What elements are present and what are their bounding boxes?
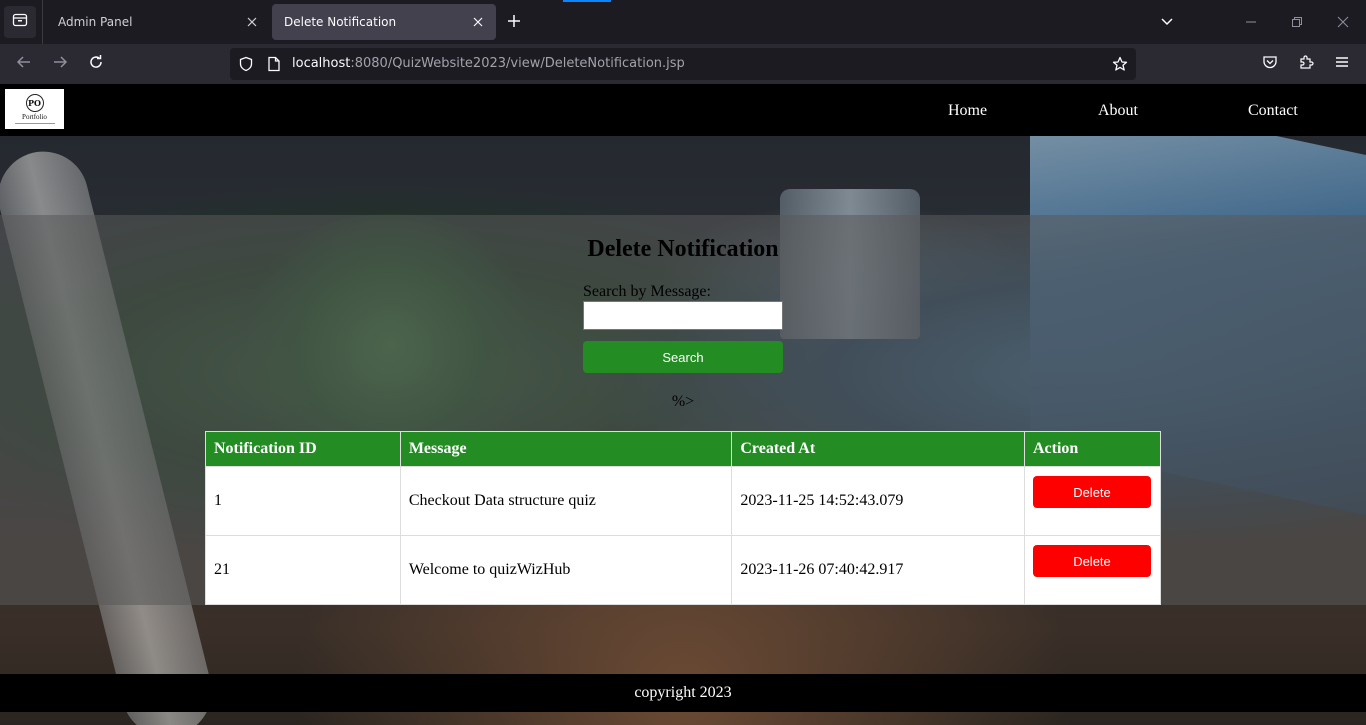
- url-bar[interactable]: localhost:8080/QuizWebsite2023/view/Dele…: [230, 48, 1136, 80]
- restore-button[interactable]: [1274, 0, 1320, 44]
- back-button[interactable]: [10, 50, 38, 78]
- pocket-button[interactable]: [1256, 50, 1284, 78]
- close-window-button[interactable]: [1320, 0, 1366, 44]
- page-title: Delete Notification: [587, 236, 779, 262]
- browser-tab-bar: Admin Panel Delete Notification: [0, 0, 1366, 44]
- window-controls: [1228, 0, 1366, 44]
- arrow-right-icon: [52, 54, 68, 74]
- nav-home-link[interactable]: Home: [948, 102, 987, 120]
- column-header-action: Action: [1023, 431, 1162, 467]
- cell-action: Delete: [1023, 466, 1162, 536]
- close-icon: [1337, 13, 1349, 32]
- search-label: Search by Message:: [583, 283, 711, 300]
- table-header-row: Notification ID Message Created At Actio…: [205, 431, 1162, 467]
- forward-button[interactable]: [46, 50, 74, 78]
- table-row: 21 Welcome to quizWizHub 2023-11-26 07:4…: [205, 535, 1162, 605]
- close-tab-icon[interactable]: [470, 14, 486, 30]
- cell-created-at: 2023-11-25 14:52:43.079: [731, 466, 1025, 536]
- tab-separator: [42, 0, 43, 44]
- cell-action: Delete: [1023, 535, 1162, 605]
- minimize-button[interactable]: [1228, 0, 1274, 44]
- bookmark-star-icon[interactable]: [1110, 54, 1130, 74]
- chevron-down-icon: [1160, 13, 1174, 32]
- site-header: PO Portfolio Home About Contact: [0, 84, 1366, 136]
- column-header-message: Message: [399, 431, 733, 467]
- delete-button[interactable]: Delete: [1032, 476, 1151, 508]
- app-menu-button[interactable]: [1328, 50, 1356, 78]
- tab-delete-notification[interactable]: Delete Notification: [272, 4, 496, 40]
- cell-created-at: 2023-11-26 07:40:42.917: [731, 535, 1025, 605]
- logo-tagline-line: [14, 123, 55, 124]
- table-row: 1 Checkout Data structure quiz 2023-11-2…: [205, 466, 1162, 536]
- new-tab-button[interactable]: [502, 10, 526, 34]
- nav-about-link[interactable]: About: [1098, 102, 1138, 120]
- search-button[interactable]: Search: [583, 341, 783, 373]
- logo-mark: PO: [25, 94, 44, 112]
- page-icon[interactable]: [264, 54, 284, 74]
- notifications-table: Notification ID Message Created At Actio…: [205, 431, 1162, 605]
- stray-jsp-text: %>: [671, 393, 695, 410]
- url-host: localhost: [292, 56, 351, 71]
- plus-icon: [507, 13, 521, 32]
- list-all-tabs-button[interactable]: [1155, 10, 1179, 34]
- column-header-id: Notification ID: [205, 431, 401, 467]
- puzzle-icon: [1298, 54, 1314, 74]
- tab-drag-indicator: [563, 0, 611, 2]
- extensions-button[interactable]: [1292, 50, 1320, 78]
- url-path: :8080/QuizWebsite2023/view/DeleteNotific…: [350, 56, 685, 71]
- reload-button[interactable]: [82, 50, 110, 78]
- tab-title: Admin Panel: [58, 15, 133, 29]
- cell-notification-id: 1: [205, 466, 401, 536]
- arrow-left-icon: [16, 54, 32, 74]
- url-text[interactable]: localhost:8080/QuizWebsite2023/view/Dele…: [292, 56, 685, 71]
- delete-button[interactable]: Delete: [1032, 545, 1151, 577]
- page-viewport: PO Portfolio Home About Contact Delete N…: [0, 84, 1366, 725]
- pocket-icon: [1262, 54, 1278, 74]
- tab-admin-panel[interactable]: Admin Panel: [46, 4, 270, 40]
- restore-icon: [1291, 13, 1303, 32]
- search-input[interactable]: [583, 301, 783, 330]
- reload-icon: [88, 54, 104, 74]
- cell-notification-id: 21: [205, 535, 401, 605]
- cell-message: Checkout Data structure quiz: [399, 466, 733, 536]
- column-header-created-at: Created At: [731, 431, 1025, 467]
- firefox-view-button[interactable]: [4, 6, 36, 38]
- site-footer: copyright 2023: [0, 674, 1366, 712]
- hamburger-menu-icon: [1334, 54, 1350, 74]
- minimize-icon: [1245, 13, 1257, 32]
- logo-text: Portfolio: [22, 113, 47, 121]
- site-logo[interactable]: PO Portfolio: [5, 89, 64, 129]
- firefox-view-icon: [12, 12, 28, 32]
- cell-message: Welcome to quizWizHub: [399, 535, 733, 605]
- tab-title: Delete Notification: [284, 15, 397, 29]
- close-tab-icon[interactable]: [244, 14, 260, 30]
- shield-icon[interactable]: [236, 54, 256, 74]
- nav-contact-link[interactable]: Contact: [1248, 102, 1298, 120]
